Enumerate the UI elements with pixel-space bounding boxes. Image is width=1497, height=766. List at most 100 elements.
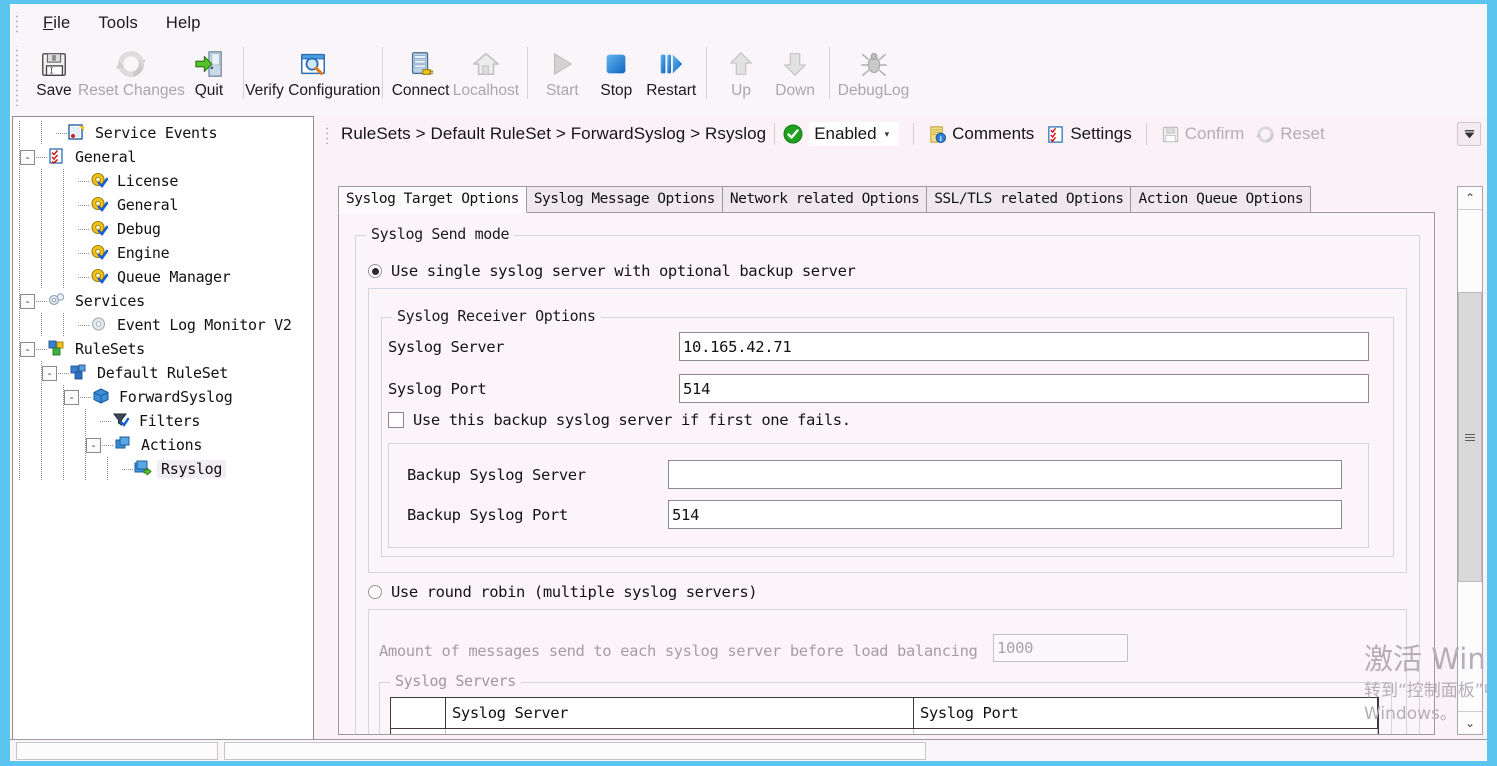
tree-expander-minus[interactable]: -: [64, 389, 79, 405]
tree-item-engine[interactable]: Engine: [13, 241, 313, 265]
breadcrumb-drag-grip[interactable]: [323, 124, 333, 144]
up-button[interactable]: Up: [714, 42, 768, 103]
verify-configuration-button[interactable]: Verify Configuration: [245, 42, 380, 103]
single-server-radio[interactable]: [368, 264, 382, 278]
reset-button[interactable]: Reset: [1250, 121, 1330, 147]
tab-ssl-tls-related-options[interactable]: SSL/TLS related Options: [926, 186, 1132, 213]
scroll-down-button[interactable]: ⌄: [1458, 711, 1482, 734]
start-button[interactable]: Start: [535, 42, 589, 103]
tree-connector: [78, 276, 90, 278]
tree-item-license[interactable]: License: [13, 169, 313, 193]
tree-expander-minus[interactable]: -: [20, 149, 35, 165]
toolbar-overflow-button[interactable]: [1457, 122, 1481, 146]
table-row[interactable]: [391, 729, 1378, 734]
tab-syslog-message-options[interactable]: Syslog Message Options: [525, 186, 723, 213]
table-header-syslog-server[interactable]: Syslog Server: [446, 698, 914, 728]
toolbar-drag-grip[interactable]: [13, 46, 21, 106]
backup-port-input[interactable]: 514: [668, 500, 1342, 529]
down-button[interactable]: Down: [768, 42, 822, 103]
tab-action-queue-options[interactable]: Action Queue Options: [1130, 186, 1312, 213]
status-bar: [10, 739, 1487, 761]
menu-help[interactable]: Help: [152, 11, 215, 36]
tree-item-queue-manager[interactable]: Queue Manager: [13, 265, 313, 289]
tree-item-general[interactable]: - General: [13, 145, 313, 169]
table-header-select[interactable]: [391, 698, 446, 728]
tree-expander-minus[interactable]: -: [20, 293, 35, 309]
tree-item-event-log-monitor-v2[interactable]: Event Log Monitor V2: [13, 313, 313, 337]
save-button[interactable]: I Save: [27, 42, 81, 103]
round-robin-radio-row[interactable]: Use round robin (multiple syslog servers…: [368, 583, 758, 601]
syslog-servers-table-header: Syslog Server Syslog Port: [391, 698, 1378, 729]
tree-item-rsyslog[interactable]: Rsyslog: [13, 457, 313, 481]
down-button-label: Down: [775, 82, 815, 99]
backup-server-checkbox[interactable]: [388, 412, 404, 428]
tree-item-actions[interactable]: - Actions: [13, 433, 313, 457]
tree-expander-minus[interactable]: -: [86, 437, 101, 453]
tab-syslog-target-options[interactable]: Syslog Target Options: [338, 186, 527, 213]
connect-button[interactable]: Connect: [390, 42, 452, 103]
tab-strip[interactable]: Syslog Target Options Syslog Message Opti…: [338, 186, 1435, 213]
tree-guide-line: [63, 313, 64, 337]
tree-guide-line: [19, 145, 20, 169]
menu-tools[interactable]: Tools: [84, 11, 152, 36]
reset-changes-button[interactable]: Reset Changes: [78, 42, 185, 103]
quit-button[interactable]: Quit: [182, 42, 236, 103]
reset-button-label: Reset: [1280, 124, 1325, 143]
tree-guide-line: [41, 217, 42, 241]
tree-item-services[interactable]: - Services: [13, 289, 313, 313]
confirm-button[interactable]: Confirm: [1155, 121, 1251, 147]
configuration-tree-panel[interactable]: Service Events - General License General Debu…: [12, 116, 314, 748]
scrollbar-thumb[interactable]: [1458, 292, 1482, 582]
tree-item-service-events[interactable]: Service Events: [13, 121, 313, 145]
syslog-servers-table[interactable]: Syslog Server Syslog Port: [390, 697, 1379, 734]
table-cell-syslog-server[interactable]: [446, 729, 914, 734]
content-vertical-scrollbar[interactable]: ⌃ ⌄: [1457, 186, 1483, 735]
tree-item-default-ruleset[interactable]: - Default RuleSet: [13, 361, 313, 385]
tree-expander-minus[interactable]: -: [42, 365, 57, 381]
table-cell-syslog-port[interactable]: [914, 729, 1378, 734]
table-cell-select[interactable]: [391, 729, 446, 734]
restart-icon: [656, 47, 686, 81]
restart-button[interactable]: Restart: [643, 42, 699, 103]
menu-drag-grip[interactable]: [13, 12, 23, 34]
menu-file[interactable]: File: [29, 11, 84, 36]
scroll-up-button[interactable]: ⌃: [1458, 187, 1482, 210]
single-server-radio-row[interactable]: Use single syslog server with optional b…: [368, 262, 856, 280]
configuration-tree[interactable]: Service Events - General License General Debu…: [13, 117, 313, 481]
stop-button[interactable]: Stop: [589, 42, 643, 103]
settings-button[interactable]: Settings: [1040, 121, 1137, 147]
breadcrumb[interactable]: RuleSets > Default RuleSet > ForwardSysl…: [341, 124, 766, 144]
table-header-syslog-port[interactable]: Syslog Port: [914, 698, 1378, 728]
enabled-value-box[interactable]: Enabled ▾: [809, 122, 900, 146]
tree-item-filters[interactable]: Filters: [13, 409, 313, 433]
tree-item-label: General: [75, 148, 137, 166]
tree-item-general[interactable]: General: [13, 193, 313, 217]
arrow-down-icon: [780, 47, 810, 81]
reset-changes-button-label: Reset Changes: [78, 82, 185, 99]
tree-item-forwardsyslog[interactable]: - ForwardSyslog: [13, 385, 313, 409]
comments-button[interactable]: i Comments: [922, 121, 1040, 147]
tree-expander-minus[interactable]: -: [20, 341, 35, 357]
amount-of-messages-input[interactable]: 1000: [993, 634, 1128, 662]
enabled-label: Enabled: [814, 124, 877, 143]
stop-square-icon: [601, 47, 631, 81]
chevron-down-icon[interactable]: ▾: [883, 129, 898, 140]
tree-item-debug[interactable]: Debug: [13, 217, 313, 241]
reset-arrows-icon: [1256, 125, 1275, 144]
tree-connector: [78, 180, 90, 182]
tree-item-label: Actions: [141, 436, 203, 454]
debuglog-button[interactable]: DebugLog: [837, 42, 910, 103]
round-robin-radio-label: Use round robin (multiple syslog servers…: [391, 583, 758, 601]
backup-enable-row[interactable]: Use this backup syslog server if first o…: [388, 411, 851, 429]
tree-item-rulesets[interactable]: - RuleSets: [13, 337, 313, 361]
syslog-port-input[interactable]: 514: [679, 374, 1369, 403]
round-robin-radio[interactable]: [368, 585, 382, 599]
scrollbar-track[interactable]: [1458, 210, 1482, 711]
syslog-server-input[interactable]: 10.165.42.71: [679, 332, 1369, 361]
enabled-status-dropdown[interactable]: Enabled ▾: [783, 121, 905, 147]
localhost-button[interactable]: Localhost: [452, 42, 521, 103]
tab-network-related-options[interactable]: Network related Options: [721, 186, 928, 213]
blue-cube-icon: [92, 388, 112, 406]
restart-button-label: Restart: [646, 82, 697, 99]
backup-server-input[interactable]: [668, 460, 1342, 489]
